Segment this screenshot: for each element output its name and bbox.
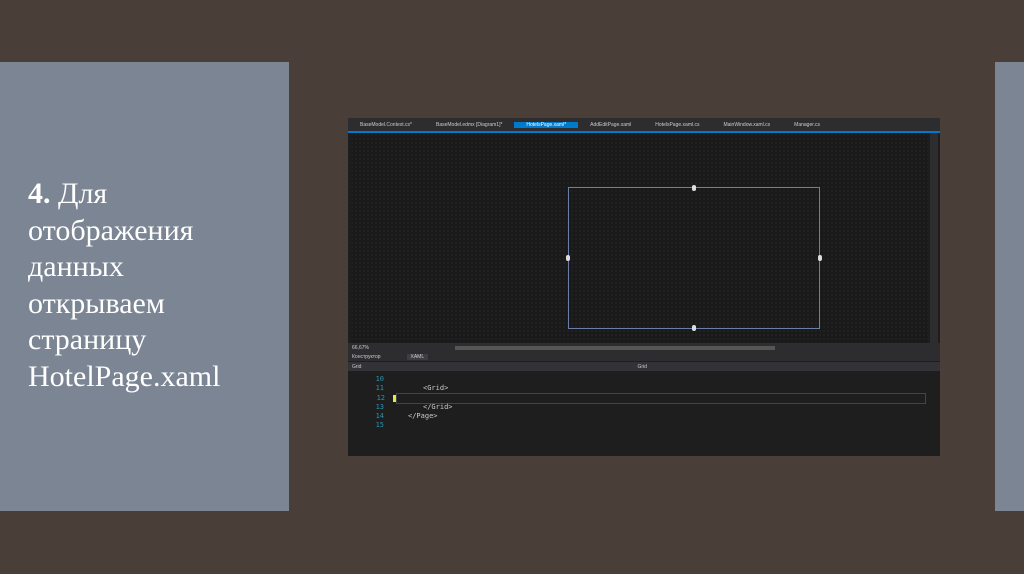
- resize-handle[interactable]: [692, 325, 696, 331]
- tab[interactable]: Manager.cs: [782, 122, 832, 128]
- ide-screenshot: BaseModel.Context.cs* BaseModel.edmx [Di…: [348, 118, 940, 456]
- line-number: 12: [376, 394, 385, 402]
- tab-xaml[interactable]: XAML: [406, 353, 429, 360]
- right-panel: [995, 62, 1024, 511]
- breadcrumb: Grid Grid: [348, 362, 940, 371]
- line: страницу: [28, 323, 147, 356]
- code-editor[interactable]: 10 11 <Grid> 12 13 </Grid> 14 </Page> 15: [348, 373, 940, 456]
- tab-bar: BaseModel.Context.cs* BaseModel.edmx [Di…: [348, 118, 940, 133]
- line-number: 15: [375, 421, 384, 429]
- code-line: <Grid>: [423, 384, 449, 392]
- tab-active[interactable]: HotelsPage.xaml*: [514, 121, 579, 128]
- change-marker: [393, 395, 396, 402]
- tab[interactable]: HotelsPage.xaml.cs: [643, 122, 711, 128]
- line-number: 11: [375, 384, 384, 392]
- zoom-level[interactable]: 66,67%: [352, 345, 369, 351]
- line: данных: [28, 250, 124, 283]
- tab[interactable]: BaseModel.edmx [Diagram1]*: [424, 122, 514, 128]
- line-number: 13: [375, 403, 384, 411]
- code-line: </Grid>: [423, 403, 453, 411]
- view-tabs: Конструктор XAML: [348, 352, 940, 361]
- line: HotelPage.xaml: [28, 359, 221, 393]
- vertical-scrollbar[interactable]: [930, 133, 938, 343]
- horizontal-scrollbar[interactable]: [454, 345, 775, 350]
- line: открываем: [28, 286, 165, 320]
- step-number: 4.: [28, 177, 51, 210]
- slide-title: 4. Для отображения данных открываем стра…: [28, 176, 220, 395]
- breadcrumb-left[interactable]: Grid: [352, 364, 361, 370]
- line: отображения: [28, 213, 194, 247]
- resize-handle[interactable]: [692, 185, 696, 191]
- line: Для: [58, 177, 108, 210]
- tab-designer[interactable]: Конструктор: [352, 354, 381, 360]
- designer-toolbar: 66,67%: [348, 343, 940, 352]
- line-number: 10: [375, 375, 384, 383]
- grid-element[interactable]: [566, 185, 822, 331]
- code-line: </Page>: [408, 412, 438, 420]
- resize-handle[interactable]: [818, 255, 822, 261]
- resize-handle[interactable]: [566, 255, 570, 261]
- design-surface[interactable]: [350, 133, 928, 343]
- breadcrumb-right[interactable]: Grid: [637, 364, 646, 370]
- line-number: 14: [375, 412, 384, 420]
- tab[interactable]: AddEditPage.xaml: [578, 122, 643, 128]
- tab[interactable]: BaseModel.Context.cs*: [348, 122, 424, 128]
- tab[interactable]: MainWindow.xaml.cs: [711, 122, 782, 128]
